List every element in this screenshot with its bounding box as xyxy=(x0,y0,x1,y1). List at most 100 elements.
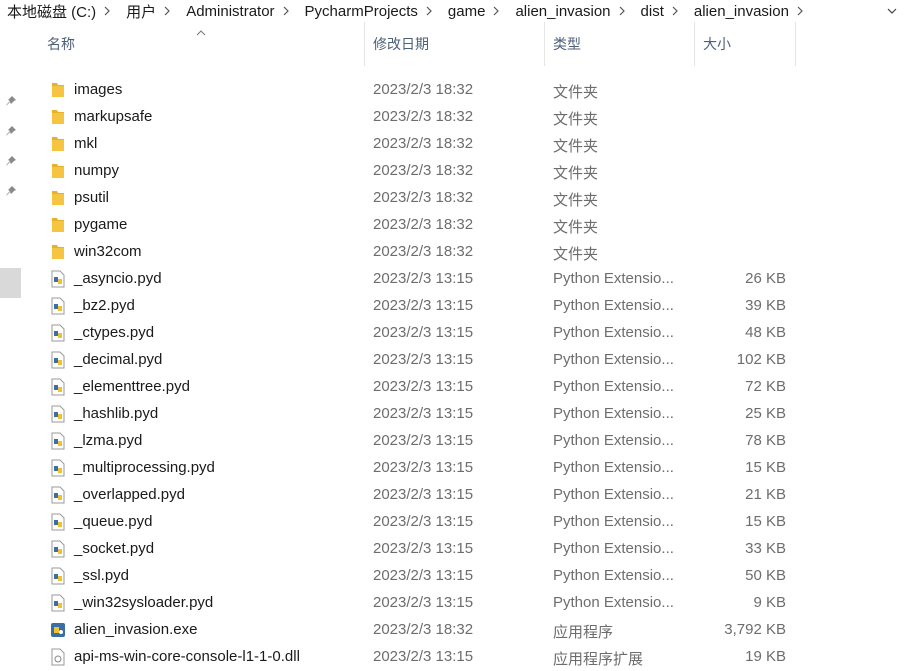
file-row[interactable]: alien_invasion.exe 2023/2/3 18:32 应用程序 3,79… xyxy=(22,617,904,644)
file-name: numpy xyxy=(74,162,120,179)
file-size: 3,792 KB xyxy=(724,621,786,638)
file-name: _socket.pyd xyxy=(74,540,155,557)
chevron-right-icon[interactable] xyxy=(493,6,501,16)
chevron-right-icon[interactable] xyxy=(797,6,805,16)
breadcrumb-item[interactable]: alien_invasion xyxy=(507,3,614,20)
breadcrumb-item[interactable]: dist xyxy=(633,3,668,20)
file-row[interactable]: win32com 2023/2/3 18:32 文件夹 xyxy=(22,239,904,266)
application-icon xyxy=(50,621,66,639)
column-header-date[interactable]: 修改日期 xyxy=(365,22,545,66)
file-type: 文件夹 xyxy=(553,246,599,263)
file-name: _multiprocessing.pyd xyxy=(74,459,215,476)
file-row[interactable]: images 2023/2/3 18:32 文件夹 xyxy=(22,77,904,104)
dll-file-icon xyxy=(50,648,66,666)
file-name: images xyxy=(74,81,123,98)
file-size: 33 KB xyxy=(745,540,786,557)
pin-icon[interactable] xyxy=(4,94,18,108)
file-row[interactable]: pygame 2023/2/3 18:32 文件夹 xyxy=(22,212,904,239)
file-row[interactable]: _multiprocessing.pyd 2023/2/3 13:15 Python… xyxy=(22,455,904,482)
file-row[interactable]: numpy 2023/2/3 18:32 文件夹 xyxy=(22,158,904,185)
file-name: _queue.pyd xyxy=(74,513,153,530)
chevron-right-icon[interactable] xyxy=(104,6,112,16)
chevron-right-icon[interactable] xyxy=(164,6,172,16)
file-row[interactable]: _bz2.pyd 2023/2/3 13:15 Python Extensio...… xyxy=(22,293,904,320)
file-row[interactable]: _hashlib.pyd 2023/2/3 13:15 Python Extensi… xyxy=(22,401,904,428)
file-row[interactable]: _lzma.pyd 2023/2/3 13:15 Python Extensio..… xyxy=(22,428,904,455)
file-date: 2023/2/3 18:32 xyxy=(373,135,474,152)
folder-icon xyxy=(50,162,66,180)
chevron-right-icon[interactable] xyxy=(426,6,434,16)
file-date: 2023/2/3 13:15 xyxy=(373,270,474,287)
file-row[interactable]: _ssl.pyd 2023/2/3 13:15 Python Extensio...… xyxy=(22,563,904,590)
file-date: 2023/2/3 18:32 xyxy=(373,243,474,260)
breadcrumb: 本地磁盘 (C:) 用户 Administrator PycharmProjec… xyxy=(0,0,904,22)
file-name: pygame xyxy=(74,216,128,233)
file-date: 2023/2/3 18:32 xyxy=(373,216,474,233)
file-type: Python Extensio... xyxy=(553,459,674,476)
file-date: 2023/2/3 18:32 xyxy=(373,162,474,179)
file-date: 2023/2/3 13:15 xyxy=(373,405,474,422)
breadcrumb-item[interactable]: alien_invasion xyxy=(686,3,793,20)
file-type: Python Extensio... xyxy=(553,378,674,395)
python-file-icon xyxy=(50,540,66,558)
chevron-right-icon[interactable] xyxy=(672,6,680,16)
python-file-icon xyxy=(50,378,66,396)
file-size: 39 KB xyxy=(745,297,786,314)
folder-icon xyxy=(50,189,66,207)
python-file-icon xyxy=(50,270,66,288)
breadcrumb-item[interactable]: 本地磁盘 (C:) xyxy=(0,1,100,22)
file-date: 2023/2/3 13:15 xyxy=(373,648,474,665)
file-row[interactable]: _decimal.pyd 2023/2/3 13:15 Python Extensi… xyxy=(22,347,904,374)
chevron-right-icon[interactable] xyxy=(283,6,291,16)
file-type: 文件夹 xyxy=(553,219,599,236)
file-size: 78 KB xyxy=(745,432,786,449)
python-file-icon xyxy=(50,405,66,423)
file-row[interactable]: api-ms-win-core-console-l1-1-0.dll 2023/2… xyxy=(22,644,904,671)
folder-icon xyxy=(50,243,66,261)
file-list: images 2023/2/3 18:32 文件夹 markupsafe 2023/2/… xyxy=(22,77,904,671)
file-name: _hashlib.pyd xyxy=(74,405,159,422)
file-row[interactable]: _ctypes.pyd 2023/2/3 13:15 Python Extensio… xyxy=(22,320,904,347)
chevron-right-icon[interactable] xyxy=(619,6,627,16)
breadcrumb-item[interactable]: PycharmProjects xyxy=(297,3,422,20)
file-name: _ctypes.pyd xyxy=(74,324,155,341)
address-dropdown-button[interactable] xyxy=(884,3,900,19)
file-date: 2023/2/3 13:15 xyxy=(373,378,474,395)
file-row[interactable]: _asyncio.pyd 2023/2/3 13:15 Python Extensi… xyxy=(22,266,904,293)
python-file-icon xyxy=(50,351,66,369)
file-name: _decimal.pyd xyxy=(74,351,163,368)
file-type: 文件夹 xyxy=(553,192,599,209)
file-row[interactable]: _overlapped.pyd 2023/2/3 13:15 Python Exte… xyxy=(22,482,904,509)
column-header-size[interactable]: 大小 xyxy=(695,22,796,66)
file-size: 19 KB xyxy=(745,648,786,665)
file-name: alien_invasion.exe xyxy=(74,621,198,638)
file-type: Python Extensio... xyxy=(553,513,674,530)
folder-icon xyxy=(50,108,66,126)
file-type: Python Extensio... xyxy=(553,432,674,449)
file-size: 15 KB xyxy=(745,513,786,530)
file-row[interactable]: markupsafe 2023/2/3 18:32 文件夹 xyxy=(22,104,904,131)
file-row[interactable]: _elementtree.pyd 2023/2/3 13:15 Python Ext… xyxy=(22,374,904,401)
file-size: 21 KB xyxy=(745,486,786,503)
file-row[interactable]: mkl 2023/2/3 18:32 文件夹 xyxy=(22,131,904,158)
file-date: 2023/2/3 13:15 xyxy=(373,486,474,503)
file-row[interactable]: _queue.pyd 2023/2/3 13:15 Python Extensio.… xyxy=(22,509,904,536)
file-type: 文件夹 xyxy=(553,84,599,101)
breadcrumb-item[interactable]: Administrator xyxy=(178,3,278,20)
folder-icon xyxy=(50,81,66,99)
file-name: _elementtree.pyd xyxy=(74,378,190,395)
column-header-name[interactable]: 名称 xyxy=(39,22,365,66)
pin-icon[interactable] xyxy=(4,154,18,168)
file-row[interactable]: psutil 2023/2/3 18:32 文件夹 xyxy=(22,185,904,212)
nav-selected-item[interactable] xyxy=(0,268,21,298)
python-file-icon xyxy=(50,513,66,531)
file-date: 2023/2/3 13:15 xyxy=(373,513,474,530)
pin-icon[interactable] xyxy=(4,184,18,198)
file-row[interactable]: _win32sysloader.pyd 2023/2/3 13:15 Python … xyxy=(22,590,904,617)
breadcrumb-item[interactable]: 用户 xyxy=(118,1,160,22)
breadcrumb-item[interactable]: game xyxy=(440,3,490,20)
file-name: win32com xyxy=(74,243,142,260)
file-row[interactable]: _socket.pyd 2023/2/3 13:15 Python Extensio… xyxy=(22,536,904,563)
pin-icon[interactable] xyxy=(4,124,18,138)
column-header-type[interactable]: 类型 xyxy=(545,22,695,66)
